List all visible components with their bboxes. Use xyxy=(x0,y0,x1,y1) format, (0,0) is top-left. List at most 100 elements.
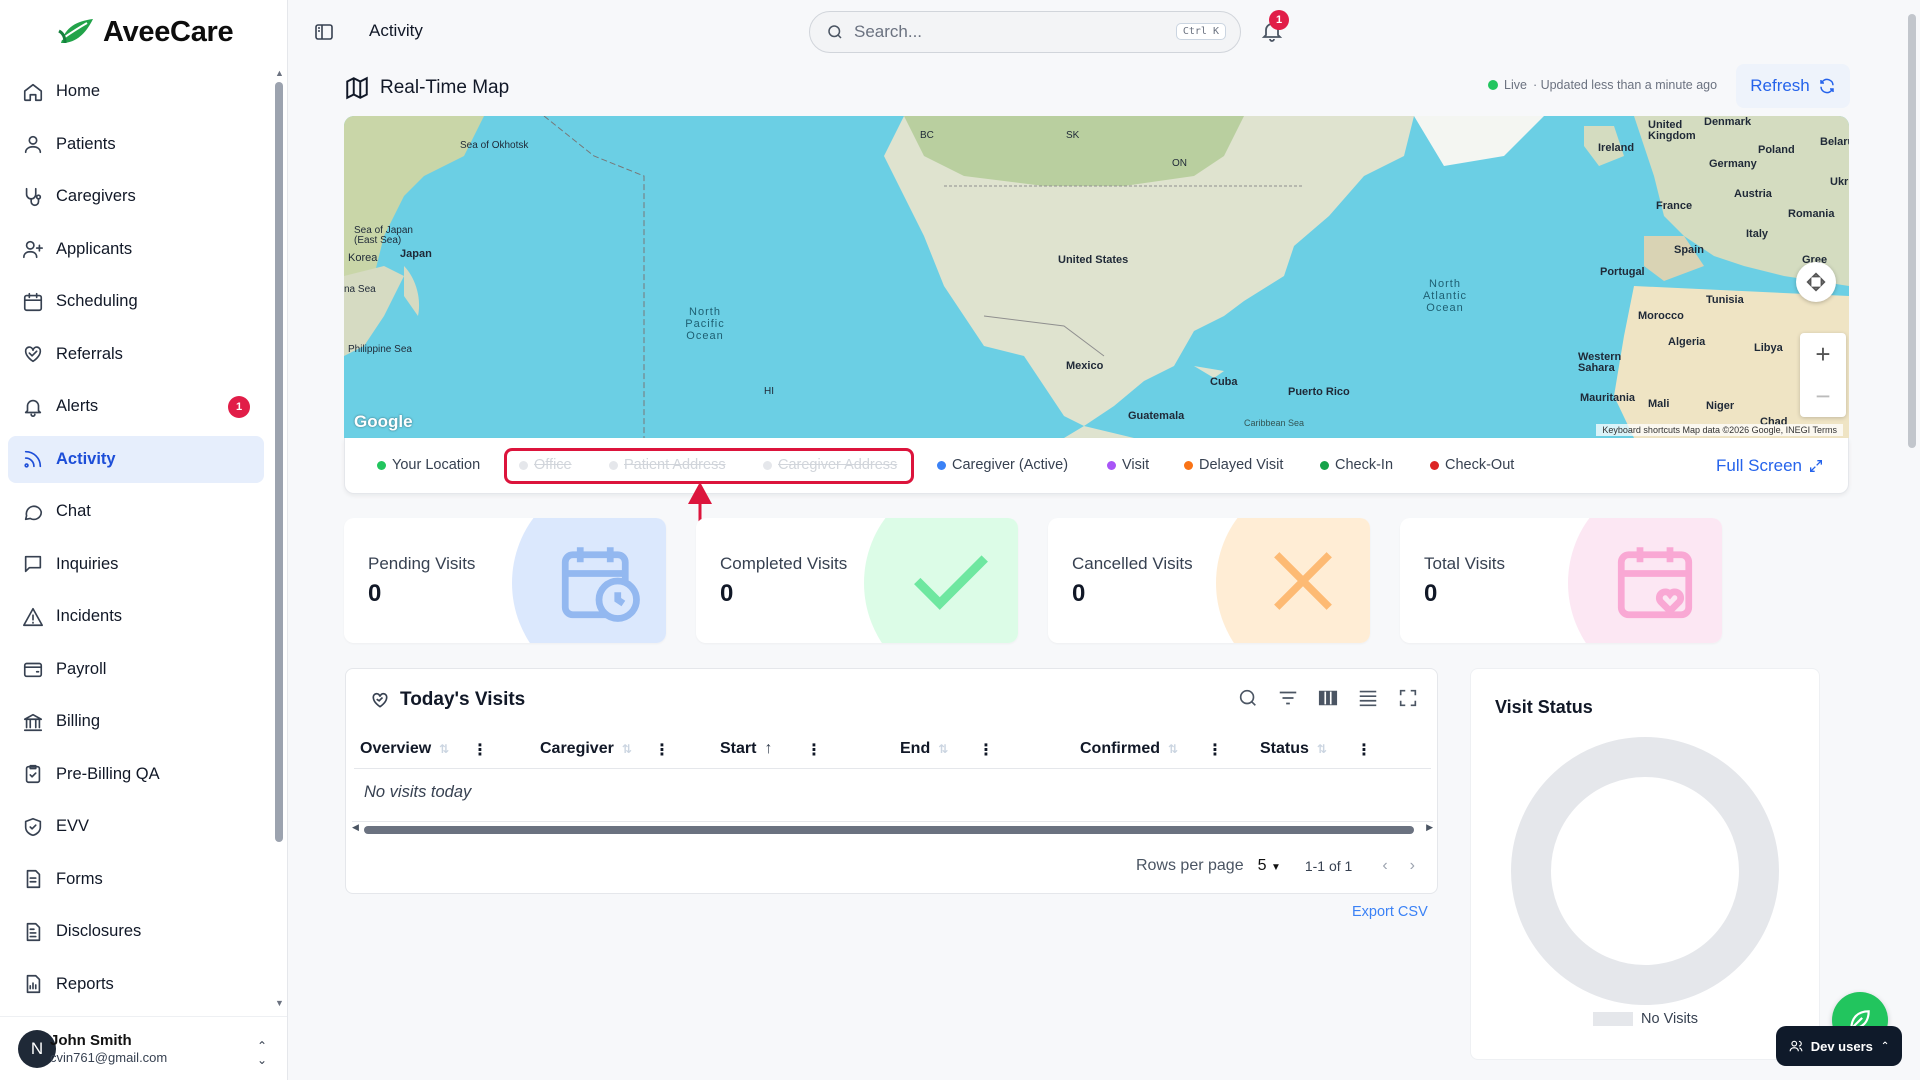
columns-icon[interactable] xyxy=(1317,687,1339,709)
sidebar-item-pre-billing-qa[interactable]: Pre-Billing QA xyxy=(8,751,264,798)
message-square-icon xyxy=(24,555,42,573)
column-menu-icon[interactable]: ⋮ xyxy=(978,740,994,760)
map-label: Japan xyxy=(400,248,432,260)
file-icon xyxy=(26,922,41,941)
heart-handshake-icon xyxy=(372,692,388,708)
check-icon xyxy=(914,555,988,610)
sidebar-item-forms[interactable]: Forms xyxy=(8,856,264,903)
refresh-button[interactable]: Refresh xyxy=(1736,64,1850,108)
brand[interactable]: AveeCare xyxy=(0,0,287,64)
stat-value: 0 xyxy=(368,580,382,607)
sidebar-item-evv[interactable]: EVV xyxy=(8,803,264,850)
column-caregiver[interactable]: Caregiver ⇅ xyxy=(540,740,632,758)
column-menu-icon[interactable]: ⋮ xyxy=(806,740,822,760)
stethoscope-icon xyxy=(25,187,42,206)
calendar-icon xyxy=(23,292,43,311)
legend-your-location[interactable]: Your Location xyxy=(377,457,480,473)
sidebar-scroll-thumb[interactable] xyxy=(275,82,283,842)
stat-label: Cancelled Visits xyxy=(1072,554,1193,573)
rows-per-page-select[interactable]: 5 ▼ xyxy=(1258,857,1281,875)
scroll-right-icon[interactable]: ▶ xyxy=(1426,822,1433,833)
page-scroll-thumb[interactable] xyxy=(1908,14,1916,448)
legend-check-in[interactable]: Check-In xyxy=(1320,457,1393,473)
sort-icon[interactable]: ⇅ xyxy=(1168,742,1178,756)
legend-caregiver-active[interactable]: Caregiver (Active) xyxy=(937,457,1068,473)
sort-icon[interactable]: ⇅ xyxy=(622,742,632,756)
user-plus-icon xyxy=(23,240,43,259)
column-overview[interactable]: Overview ⇅ xyxy=(360,740,449,758)
bell-icon xyxy=(24,399,42,417)
column-menu-icon[interactable]: ⋮ xyxy=(1356,740,1372,760)
column-menu-icon[interactable]: ⋮ xyxy=(654,740,670,760)
handshake-icon xyxy=(24,346,42,363)
real-time-map[interactable]: Sea of Okhotsk Sea of Japan (East Sea) K… xyxy=(344,116,1849,438)
legend-check-out[interactable]: Check-Out xyxy=(1430,457,1514,473)
map-label: Ukr xyxy=(1830,176,1849,188)
map-ocean-label: North Pacific Ocean xyxy=(685,306,725,342)
fullscreen-icon[interactable] xyxy=(1397,687,1419,709)
map-label: Mexico xyxy=(1066,360,1104,372)
scroll-up-icon[interactable]: ▲ xyxy=(275,68,284,78)
todays-visits-card: Today's Visits Overview ⇅ ⋮ Caregiver ⇅ ⋮ … xyxy=(345,668,1438,894)
sidebar-item-applicants[interactable]: Applicants xyxy=(8,226,264,273)
page-scrollbar[interactable] xyxy=(1906,0,1918,1080)
table-hscrollbar[interactable]: ◀ ▶ xyxy=(352,821,1433,834)
sidebar-item-patients[interactable]: Patients xyxy=(8,121,264,168)
density-icon[interactable] xyxy=(1357,687,1379,709)
map-label: Romania xyxy=(1788,208,1835,220)
next-page-icon[interactable]: › xyxy=(1410,857,1415,875)
export-csv-link[interactable]: Export CSV xyxy=(1352,904,1428,920)
legend-delayed-visit[interactable]: Delayed Visit xyxy=(1184,457,1283,473)
dev-users-button[interactable]: Dev users ⌃ xyxy=(1776,1026,1902,1066)
sidebar-item-label: Reports xyxy=(56,974,114,993)
fullscreen-button[interactable]: Full Screen xyxy=(1716,456,1824,476)
sidebar-item-alerts[interactable]: Alerts 1 xyxy=(8,383,264,430)
sidebar-toggle-icon[interactable] xyxy=(314,22,334,42)
sidebar-item-caregivers[interactable]: Caregivers xyxy=(8,173,264,220)
filter-icon[interactable] xyxy=(1277,687,1299,709)
column-start[interactable]: Start ↑ xyxy=(720,740,772,758)
sidebar-item-inquiries[interactable]: Inquiries xyxy=(8,541,264,588)
sidebar-scrollbar[interactable]: ▲ ▼ xyxy=(274,68,284,1008)
column-status[interactable]: Status ⇅ xyxy=(1260,740,1327,758)
user-name: John Smith xyxy=(50,1031,132,1049)
sidebar-item-billing[interactable]: Billing xyxy=(8,698,264,745)
sidebar-item-chat[interactable]: Chat xyxy=(8,488,264,535)
map-label: Algeria xyxy=(1668,336,1706,348)
column-end[interactable]: End ⇅ xyxy=(900,740,948,758)
search-input[interactable] xyxy=(854,22,1154,42)
sidebar-item-referrals[interactable]: Referrals xyxy=(8,331,264,378)
prev-page-icon[interactable]: ‹ xyxy=(1382,857,1387,875)
sidebar-item-home[interactable]: Home xyxy=(8,68,264,115)
sort-asc-icon[interactable]: ↑ xyxy=(764,740,772,758)
map-ocean-label: North Atlantic Ocean xyxy=(1422,278,1468,314)
map-label: France xyxy=(1656,200,1693,212)
sidebar-item-payroll[interactable]: Payroll xyxy=(8,646,264,693)
sidebar-item-reports[interactable]: Reports xyxy=(8,961,264,1008)
sidebar-item-activity[interactable]: Activity xyxy=(8,435,264,483)
search-icon[interactable] xyxy=(1237,687,1259,709)
zoom-out-button[interactable]: − xyxy=(1800,375,1846,417)
sort-icon[interactable]: ⇅ xyxy=(1317,742,1327,756)
hscroll-thumb[interactable] xyxy=(364,826,1414,834)
user-menu[interactable]: N John Smith cvin761@gmail.com ⌃ ⌄ xyxy=(0,1016,287,1080)
map-label: Caribbean Sea xyxy=(1244,418,1305,428)
sort-icon[interactable]: ⇅ xyxy=(938,742,948,756)
sidebar-item-label: Referrals xyxy=(56,344,123,363)
shield-check-icon xyxy=(24,817,42,836)
sidebar-item-incidents[interactable]: Incidents xyxy=(8,593,264,640)
sidebar-item-scheduling[interactable]: Scheduling xyxy=(8,278,264,325)
legend-label: No Visits xyxy=(1641,1011,1698,1027)
sort-icon[interactable]: ⇅ xyxy=(439,742,449,756)
map-attribution[interactable]: Keyboard shortcuts Map data ©2026 Google… xyxy=(1596,424,1843,436)
scroll-left-icon[interactable]: ◀ xyxy=(352,822,359,833)
column-menu-icon[interactable]: ⋮ xyxy=(472,740,488,760)
search-bar[interactable]: Ctrl K xyxy=(809,11,1241,53)
legend-visit[interactable]: Visit xyxy=(1107,457,1149,473)
zoom-in-button[interactable]: + xyxy=(1800,333,1846,375)
column-menu-icon[interactable]: ⋮ xyxy=(1207,740,1223,760)
column-confirmed[interactable]: Confirmed ⇅ xyxy=(1080,740,1178,758)
scroll-down-icon[interactable]: ▼ xyxy=(275,998,284,1008)
map-pan-control[interactable] xyxy=(1796,262,1836,302)
sidebar-item-disclosures[interactable]: Disclosures xyxy=(8,908,264,955)
